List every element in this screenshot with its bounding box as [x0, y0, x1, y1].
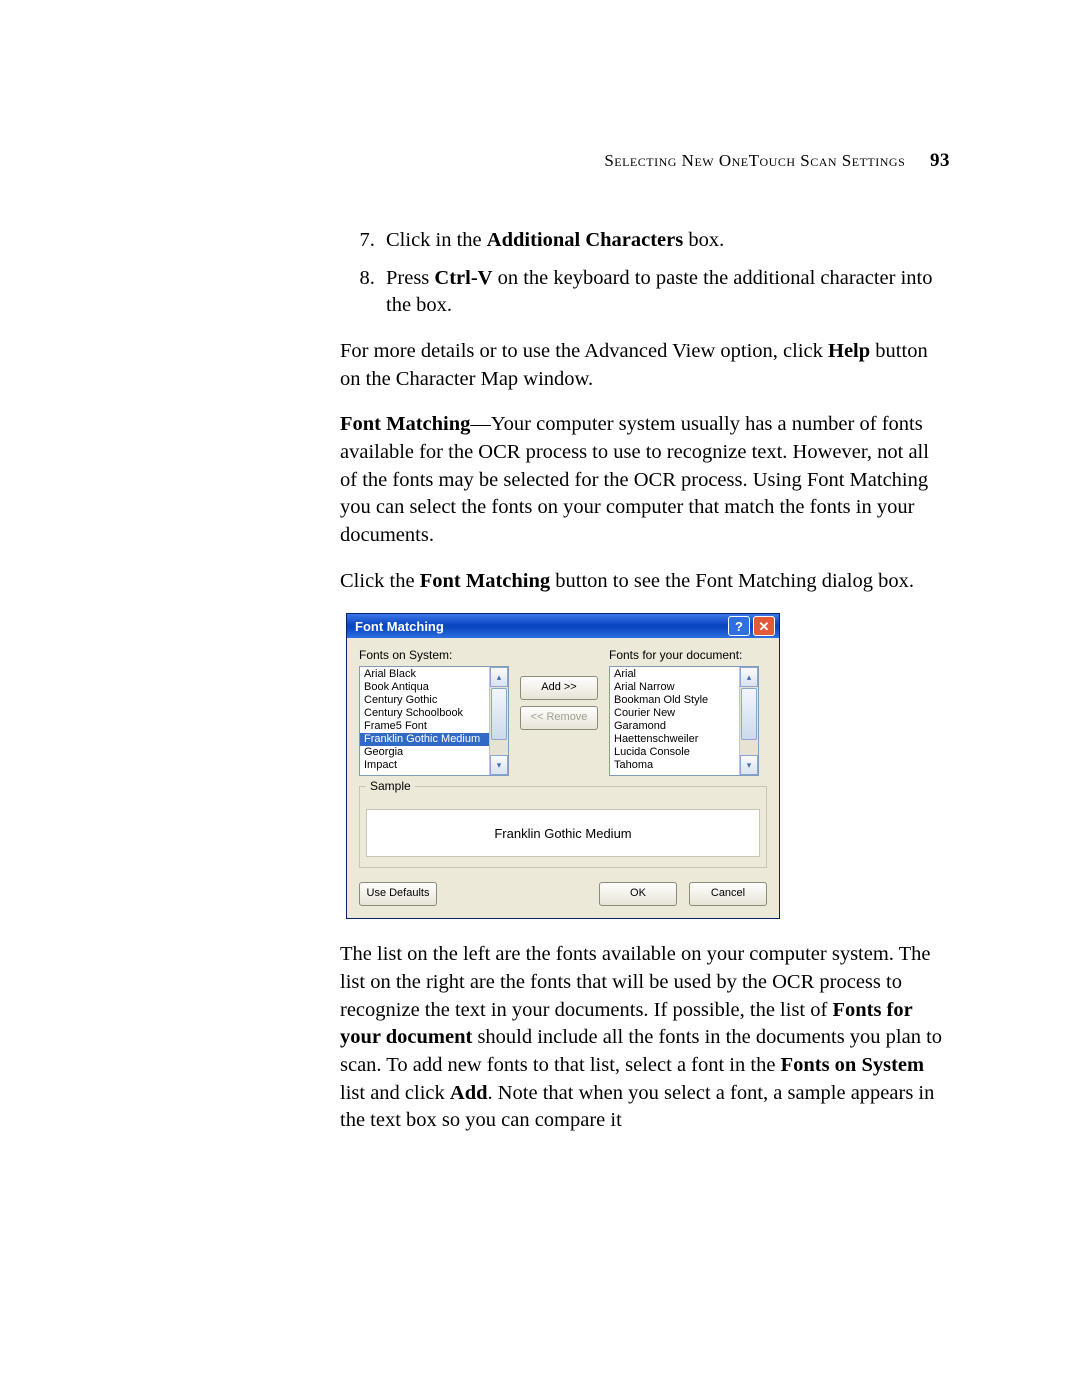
steps-list: Click in the Additional Characters box. …: [340, 227, 950, 320]
list-item[interactable]: Arial: [610, 668, 739, 681]
scroll-up-icon[interactable]: ▴: [490, 667, 508, 687]
section-title: Selecting New OneTouch Scan Settings: [604, 151, 905, 170]
paragraph-click-font-matching: Click the Font Matching button to see th…: [340, 568, 950, 596]
paragraph-font-matching: Font Matching—Your computer system usual…: [340, 411, 950, 549]
close-icon[interactable]: ✕: [753, 616, 775, 636]
list-item[interactable]: Lucida Console: [610, 746, 739, 759]
list-item[interactable]: Impact: [360, 759, 489, 772]
ok-button[interactable]: OK: [599, 882, 677, 906]
list-item[interactable]: Haettenschweiler: [610, 733, 739, 746]
scroll-down-icon[interactable]: ▾: [490, 755, 508, 775]
list-item[interactable]: Tahoma: [610, 759, 739, 772]
scrollbar-right[interactable]: ▴ ▾: [739, 667, 758, 775]
sample-group: Sample Franklin Gothic Medium: [359, 786, 767, 868]
list-item[interactable]: Franklin Gothic Medium: [360, 733, 489, 746]
add-button[interactable]: Add >>: [520, 676, 598, 700]
font-matching-dialog: Font Matching ? ✕ Fonts on System: Arial…: [346, 613, 780, 919]
fonts-for-document-label: Fonts for your document:: [609, 648, 759, 662]
scroll-down-icon[interactable]: ▾: [740, 755, 758, 775]
scrollbar-left[interactable]: ▴ ▾: [489, 667, 508, 775]
list-item[interactable]: Century Schoolbook: [360, 707, 489, 720]
cancel-button[interactable]: Cancel: [689, 882, 767, 906]
list-item[interactable]: Georgia: [360, 746, 489, 759]
step-8: Press Ctrl-V on the keyboard to paste th…: [380, 265, 950, 320]
help-icon[interactable]: ?: [728, 616, 750, 636]
dialog-title: Font Matching: [355, 619, 725, 634]
paragraph-after-dialog: The list on the left are the fonts avail…: [340, 941, 950, 1135]
sample-textbox: Franklin Gothic Medium: [366, 809, 760, 857]
fonts-on-system-label: Fonts on System:: [359, 648, 509, 662]
remove-button[interactable]: << Remove: [520, 706, 598, 730]
list-item[interactable]: Arial Narrow: [610, 681, 739, 694]
fonts-on-system-listbox[interactable]: Arial BlackBook AntiquaCentury GothicCen…: [359, 666, 509, 776]
list-item[interactable]: Book Antiqua: [360, 681, 489, 694]
page-number: 93: [930, 150, 950, 171]
sample-legend: Sample: [366, 779, 415, 793]
list-item[interactable]: Arial Black: [360, 668, 489, 681]
page-header: Selecting New OneTouch Scan Settings 93: [340, 150, 950, 172]
list-item[interactable]: Garamond: [610, 720, 739, 733]
list-item[interactable]: Century Gothic: [360, 694, 489, 707]
paragraph-help: For more details or to use the Advanced …: [340, 338, 950, 393]
list-item[interactable]: Frame5 Font: [360, 720, 489, 733]
step-7: Click in the Additional Characters box.: [380, 227, 950, 255]
use-defaults-button[interactable]: Use Defaults: [359, 882, 437, 906]
fonts-for-document-listbox[interactable]: ArialArial NarrowBookman Old StyleCourie…: [609, 666, 759, 776]
list-item[interactable]: Courier New: [610, 707, 739, 720]
list-item[interactable]: Bookman Old Style: [610, 694, 739, 707]
scroll-up-icon[interactable]: ▴: [740, 667, 758, 687]
dialog-titlebar[interactable]: Font Matching ? ✕: [347, 614, 779, 638]
